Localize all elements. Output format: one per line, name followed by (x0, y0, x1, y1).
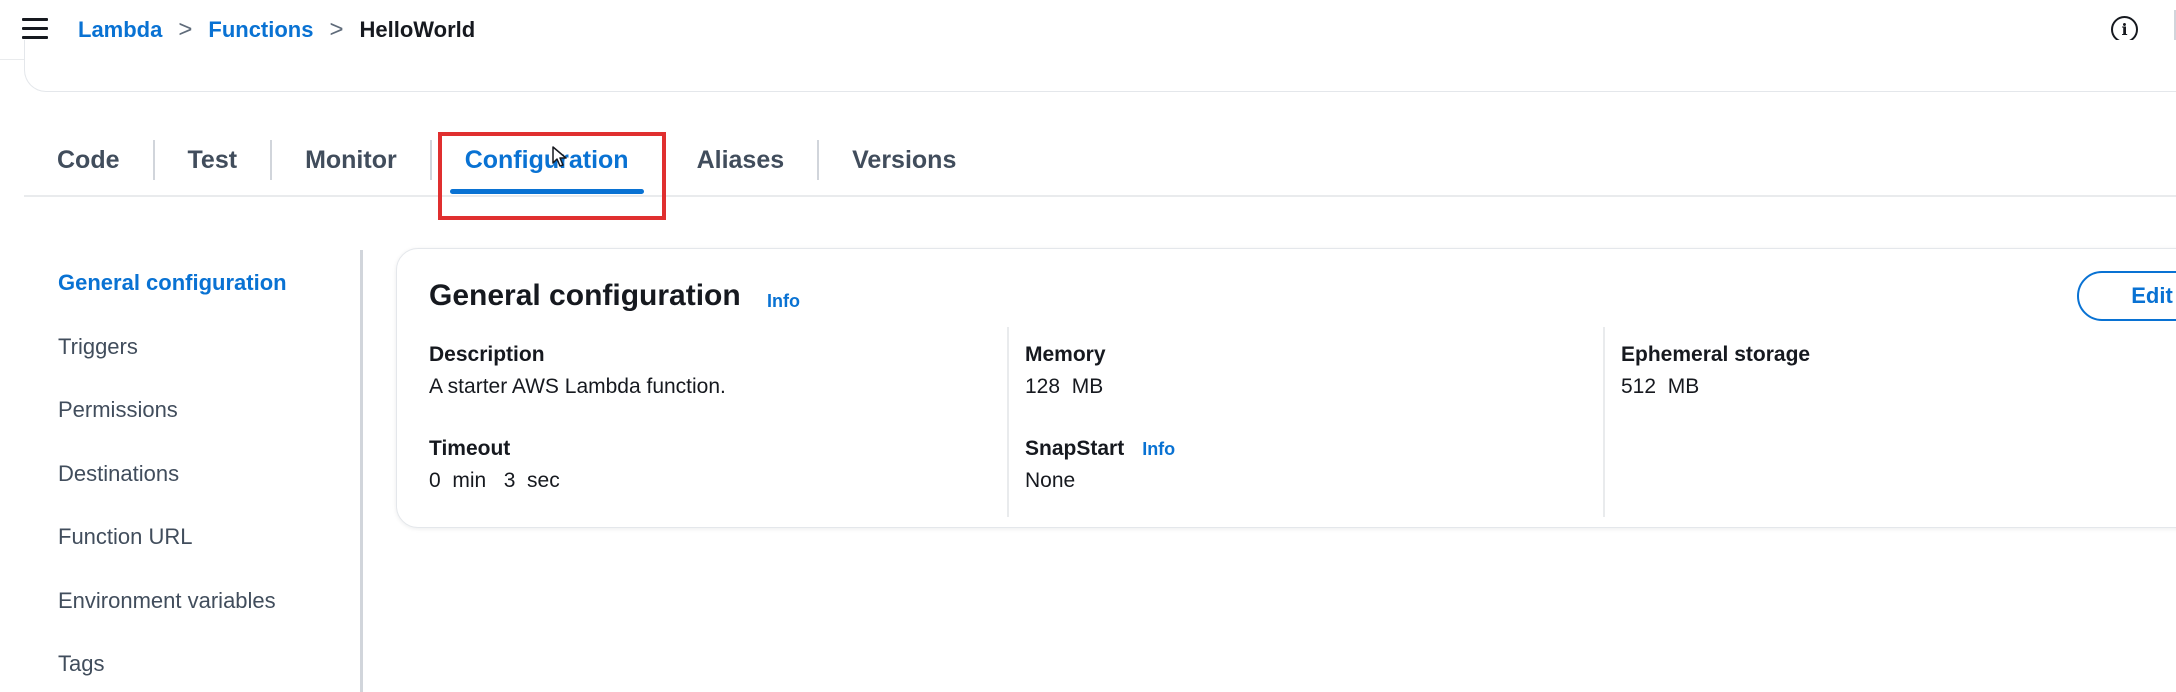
memory-field: Memory 128 MB (1025, 343, 1106, 399)
timeout-value: 0 min 3 sec (429, 469, 560, 492)
mouse-pointer-icon (552, 146, 567, 167)
sidenav-item-permissions[interactable]: Permissions (58, 395, 287, 459)
sidenav-item-tags[interactable]: Tags (58, 649, 287, 692)
snapstart-info-link[interactable]: Info (1142, 439, 1175, 460)
function-tabs: Code Test Monitor Configuration Aliases … (24, 136, 989, 194)
tab-code[interactable]: Code (24, 136, 153, 189)
tabs-baseline (24, 195, 2176, 197)
snapstart-field: SnapStart Info None (1025, 437, 1175, 493)
snapstart-value: None (1025, 469, 1076, 492)
tab-aliases[interactable]: Aliases (664, 136, 818, 189)
description-label: Description (429, 343, 545, 366)
tab-monitor[interactable]: Monitor (272, 136, 430, 189)
sidenav-item-destinations[interactable]: Destinations (58, 459, 287, 523)
description-value: A starter AWS Lambda function. (429, 375, 726, 398)
sidenav-item-general-configuration[interactable]: General configuration (58, 268, 287, 332)
sidenav-item-triggers[interactable]: Triggers (58, 332, 287, 396)
memory-value: 128 MB (1025, 375, 1104, 398)
ephemeral-storage-label: Ephemeral storage (1621, 343, 1811, 366)
configuration-sidenav: General configuration Triggers Permissio… (58, 268, 287, 692)
timeout-field: Timeout 0 min 3 sec (429, 437, 560, 493)
ephemeral-storage-value: 512 MB (1621, 375, 1700, 398)
sidenav-item-function-url[interactable]: Function URL (58, 522, 287, 586)
column-divider (1603, 327, 1605, 517)
snapstart-label-row: SnapStart Info (1025, 437, 1175, 461)
column-divider (1007, 327, 1009, 517)
memory-label: Memory (1025, 343, 1106, 366)
snapstart-label: SnapStart (1025, 437, 1125, 460)
timeout-label: Timeout (429, 437, 511, 460)
panel-title: General configuration (429, 279, 741, 312)
description-field: Description A starter AWS Lambda functio… (429, 343, 726, 399)
general-configuration-panel: General configuration Info Edit Descript… (396, 248, 2176, 528)
tab-versions[interactable]: Versions (819, 136, 989, 189)
function-overview-container (24, 40, 2176, 92)
sidenav-item-environment-variables[interactable]: Environment variables (58, 586, 287, 650)
ephemeral-storage-field: Ephemeral storage 512 MB (1621, 343, 1810, 399)
menu-icon[interactable] (22, 18, 48, 40)
tab-test[interactable]: Test (155, 136, 271, 189)
info-circle-icon[interactable]: i (2111, 16, 2138, 43)
sidenav-divider (360, 250, 363, 692)
tab-configuration[interactable]: Configuration (432, 136, 662, 194)
edit-button[interactable]: Edit (2077, 271, 2176, 321)
panel-info-link[interactable]: Info (767, 291, 800, 312)
